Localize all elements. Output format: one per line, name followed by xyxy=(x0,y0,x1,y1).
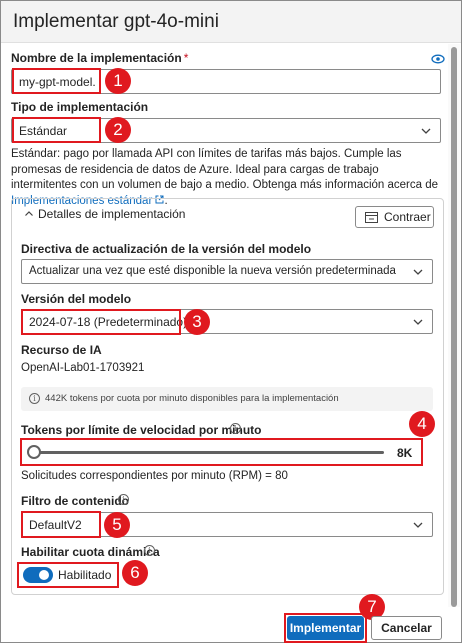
collapse-button[interactable]: Contraer xyxy=(355,206,434,228)
quota-info-box: i 442K tokens por cuota por minuto dispo… xyxy=(21,387,433,411)
dynamic-quota-label: Habilitar cuota dinámica xyxy=(21,545,160,559)
rpm-text: Solicitudes correspondientes por minuto … xyxy=(21,470,288,482)
panel-header: Implementar gpt-4o-mini xyxy=(1,1,461,43)
eye-icon[interactable] xyxy=(431,51,445,64)
content-filter-label: Filtro de contenido xyxy=(21,494,129,508)
deployment-name-label-text: Nombre de la implementación xyxy=(11,51,182,65)
ai-resource-value: OpenAI-Lab01-1703921 xyxy=(21,362,145,374)
highlight-box-7 xyxy=(284,613,367,643)
info-icon[interactable]: i xyxy=(144,545,155,556)
annotation-badge-1: 1 xyxy=(105,68,131,94)
highlight-box-3 xyxy=(21,309,181,335)
highlight-box-5 xyxy=(21,511,101,538)
update-policy-label: Directiva de actualización de la versión… xyxy=(21,242,312,256)
required-mark: * xyxy=(183,51,189,65)
highlight-box-6 xyxy=(17,562,119,588)
deployment-name-label: Nombre de la implementación * xyxy=(11,51,188,65)
collapse-icon xyxy=(365,212,378,223)
details-header[interactable]: Detalles de implementación xyxy=(38,207,185,221)
ai-resource-label: Recurso de IA xyxy=(21,343,102,357)
description-text: Estándar: pago por llamada API con límit… xyxy=(11,148,439,191)
annotation-badge-5: 5 xyxy=(104,512,130,538)
cancel-button[interactable]: Cancelar xyxy=(371,616,442,640)
info-icon[interactable]: i xyxy=(230,423,241,434)
model-version-label: Versión del modelo xyxy=(21,292,132,306)
annotation-badge-4: 4 xyxy=(409,411,435,437)
update-policy-value: Actualizar una vez que esté disponible l… xyxy=(29,265,396,277)
quota-info-text: 442K tokens por cuota por minuto disponi… xyxy=(45,393,339,404)
chevron-up-icon[interactable] xyxy=(24,209,34,219)
highlight-box-2 xyxy=(12,117,101,143)
highlight-box-4 xyxy=(20,438,423,466)
panel-title: Implementar gpt-4o-mini xyxy=(13,11,219,32)
annotation-badge-3: 3 xyxy=(184,309,210,335)
annotation-badge-2: 2 xyxy=(105,117,131,143)
annotation-badge-6: 6 xyxy=(122,560,148,586)
update-policy-select[interactable]: Actualizar una vez que esté disponible l… xyxy=(21,259,433,284)
scrollbar-thumb[interactable] xyxy=(451,47,457,607)
deployment-type-label: Tipo de implementación xyxy=(11,100,149,114)
collapse-label: Contraer xyxy=(384,210,431,224)
highlight-box-1 xyxy=(12,68,101,94)
info-icon: i xyxy=(29,393,40,404)
chevron-down-icon xyxy=(413,522,423,528)
chevron-down-icon xyxy=(413,269,423,275)
tpm-label: Tokens por límite de velocidad por minut… xyxy=(21,423,262,437)
chevron-down-icon xyxy=(413,319,423,325)
chevron-down-icon xyxy=(421,128,431,134)
info-icon[interactable]: i xyxy=(118,494,129,505)
